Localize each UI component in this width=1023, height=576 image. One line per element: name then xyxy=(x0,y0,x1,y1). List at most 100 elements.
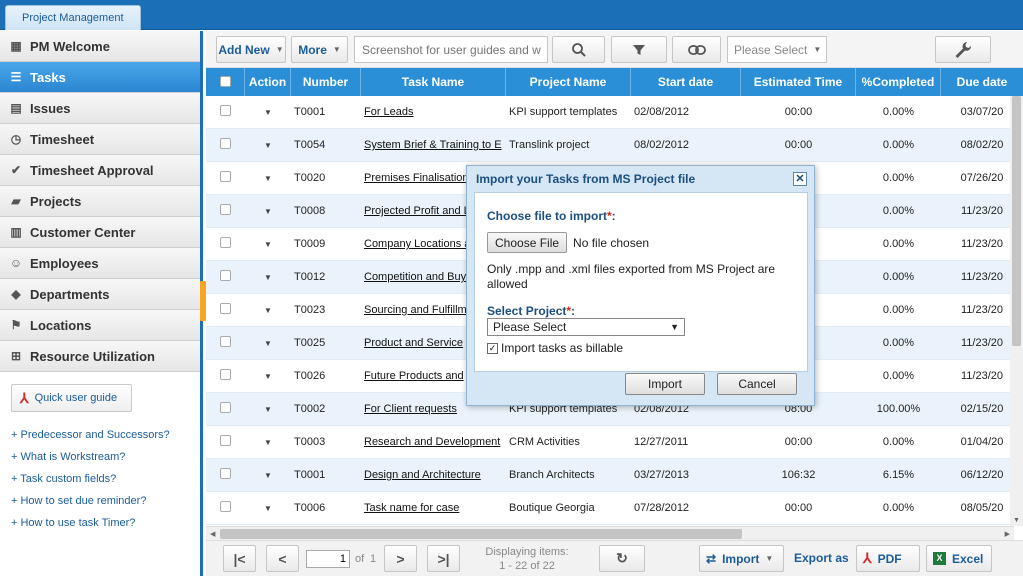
row-action-cell[interactable]: ▼ xyxy=(245,139,291,151)
row-action-cell[interactable]: ▼ xyxy=(245,436,291,448)
more-button[interactable]: More ▼ xyxy=(291,36,348,63)
row-checkbox[interactable] xyxy=(220,402,231,413)
column-header-action[interactable]: Action xyxy=(245,68,291,96)
task-name-text[interactable]: Projected Profit and L xyxy=(364,205,470,217)
action-dropdown-icon[interactable]: ▼ xyxy=(264,273,272,282)
column-header-number[interactable]: Number xyxy=(291,68,361,96)
choose-file-button[interactable]: Choose File xyxy=(487,232,568,253)
table-row[interactable]: ▼ T0006 Task name for case Boutique Georgia… xyxy=(206,492,1023,525)
filter-select[interactable]: Please Select ▼ xyxy=(727,36,827,63)
sidebar-item-resource-utilization[interactable]: ⊞ Resource Utilization xyxy=(0,341,200,372)
scroll-right-arrow-icon[interactable]: ▶ xyxy=(1005,530,1010,538)
task-name-text[interactable]: Future Products and xyxy=(364,370,464,382)
billable-option[interactable]: ✓ Import tasks as billable xyxy=(487,341,807,355)
first-page-button[interactable]: |< xyxy=(223,545,256,572)
table-row[interactable]: ▼ T0003 Research and Development CRM Activi… xyxy=(206,426,1023,459)
reset-button[interactable] xyxy=(672,36,721,63)
help-link[interactable]: + Task custom fields? xyxy=(11,468,200,490)
column-header-completed[interactable]: %Completed xyxy=(856,68,941,96)
row-checkbox[interactable] xyxy=(220,369,231,380)
action-dropdown-icon[interactable]: ▼ xyxy=(264,174,272,183)
row-action-cell[interactable]: ▼ xyxy=(245,271,291,283)
task-name-link[interactable]: System Brief & Training to E xyxy=(361,139,506,151)
table-row[interactable]: ▼ T0001 For Leads KPI support templates 02/0… xyxy=(206,96,1023,129)
task-name-link[interactable]: Research and Development xyxy=(361,436,506,448)
sidebar-item-tasks[interactable]: ☰ Tasks xyxy=(0,62,200,93)
select-all-checkbox[interactable] xyxy=(219,76,231,87)
task-name-text[interactable]: Company Locations a xyxy=(364,238,470,250)
action-dropdown-icon[interactable]: ▼ xyxy=(264,504,272,513)
task-name-text[interactable]: Premises Finalisation xyxy=(364,172,469,184)
import-button[interactable]: ⇄ Import ▼ xyxy=(699,545,784,572)
sidebar-item-pm-welcome[interactable]: ▦ PM Welcome xyxy=(0,31,200,62)
action-dropdown-icon[interactable]: ▼ xyxy=(264,339,272,348)
settings-button[interactable] xyxy=(935,36,991,63)
task-name-text[interactable]: For Leads xyxy=(364,106,414,118)
column-header-start-date[interactable]: Start date xyxy=(631,68,741,96)
table-row[interactable]: ▼ T0001 Design and Architecture Branch Arch… xyxy=(206,459,1023,492)
row-checkbox[interactable] xyxy=(220,501,231,512)
task-name-text[interactable]: Competition and Buyi xyxy=(364,271,469,283)
refresh-button[interactable]: ↻ xyxy=(599,545,645,572)
row-action-cell[interactable]: ▼ xyxy=(245,238,291,250)
column-header-project-name[interactable]: Project Name xyxy=(506,68,631,96)
task-name-text[interactable]: Task name for case xyxy=(364,502,459,514)
next-page-button[interactable]: > xyxy=(384,545,417,572)
row-checkbox[interactable] xyxy=(220,237,231,248)
row-action-cell[interactable]: ▼ xyxy=(245,304,291,316)
horizontal-scrollbar[interactable]: ◀ ▶ xyxy=(206,526,1014,540)
action-dropdown-icon[interactable]: ▼ xyxy=(264,438,272,447)
action-dropdown-icon[interactable]: ▼ xyxy=(264,108,272,117)
tab-project-management[interactable]: Project Management xyxy=(5,5,141,30)
row-action-cell[interactable]: ▼ xyxy=(245,172,291,184)
action-dropdown-icon[interactable]: ▼ xyxy=(264,240,272,249)
row-checkbox[interactable] xyxy=(220,171,231,182)
row-checkbox[interactable] xyxy=(220,204,231,215)
task-name-link[interactable]: For Leads xyxy=(361,106,506,118)
search-input[interactable] xyxy=(354,36,548,63)
scroll-down-arrow-icon[interactable]: ▼ xyxy=(1013,517,1020,524)
help-link[interactable]: + What is Workstream? xyxy=(11,446,200,468)
export-pdf-button[interactable]: ⅄ PDF xyxy=(856,545,920,572)
quick-user-guide-button[interactable]: ⅄ Quick user guide xyxy=(11,384,132,412)
task-name-text[interactable]: Design and Architecture xyxy=(364,469,481,481)
vertical-scroll-thumb[interactable] xyxy=(1012,96,1021,346)
column-header-estimated-time[interactable]: Estimated Time xyxy=(741,68,856,96)
scroll-left-arrow-icon[interactable]: ◀ xyxy=(210,530,215,538)
row-action-cell[interactable]: ▼ xyxy=(245,469,291,481)
sidebar-item-issues[interactable]: ▤ Issues xyxy=(0,93,200,124)
task-name-text[interactable]: Product and Service xyxy=(364,337,463,349)
row-action-cell[interactable]: ▼ xyxy=(245,205,291,217)
horizontal-scroll-thumb[interactable] xyxy=(220,529,742,539)
sidebar-item-timesheet-approval[interactable]: ✔ Timesheet Approval xyxy=(0,155,200,186)
column-header-due-date[interactable]: Due date xyxy=(941,68,1023,96)
close-icon[interactable]: ✕ xyxy=(793,172,807,186)
action-dropdown-icon[interactable]: ▼ xyxy=(264,471,272,480)
filter-button[interactable] xyxy=(611,36,667,63)
sidebar-item-locations[interactable]: ⚑ Locations xyxy=(0,310,200,341)
task-name-text[interactable]: Research and Development xyxy=(364,436,500,448)
task-name-text[interactable]: For Client requests xyxy=(364,403,457,415)
action-dropdown-icon[interactable]: ▼ xyxy=(264,372,272,381)
help-link[interactable]: + Predecessor and Successors? xyxy=(11,424,200,446)
add-new-button[interactable]: Add New ▼ xyxy=(216,36,286,63)
task-name-text[interactable]: Sourcing and Fulfillm xyxy=(364,304,467,316)
sidebar-item-timesheet[interactable]: ◷ Timesheet xyxy=(0,124,200,155)
row-checkbox[interactable] xyxy=(220,303,231,314)
row-action-cell[interactable]: ▼ xyxy=(245,370,291,382)
sidebar-item-departments[interactable]: ◆ Departments xyxy=(0,279,200,310)
cancel-button[interactable]: Cancel xyxy=(717,373,797,395)
row-checkbox[interactable] xyxy=(220,468,231,479)
column-header-task-name[interactable]: Task Name xyxy=(361,68,506,96)
help-link[interactable]: + How to use task Timer? xyxy=(11,512,200,534)
row-action-cell[interactable]: ▼ xyxy=(245,403,291,415)
row-action-cell[interactable]: ▼ xyxy=(245,106,291,118)
row-checkbox[interactable] xyxy=(220,105,231,116)
task-name-text[interactable]: System Brief & Training to E xyxy=(364,139,502,151)
vertical-scrollbar[interactable]: ▼ xyxy=(1010,96,1023,526)
billable-checkbox[interactable]: ✓ xyxy=(487,342,498,354)
prev-page-button[interactable]: < xyxy=(266,545,299,572)
help-link[interactable]: + How to set due reminder? xyxy=(11,490,200,512)
row-checkbox[interactable] xyxy=(220,435,231,446)
row-checkbox[interactable] xyxy=(220,138,231,149)
